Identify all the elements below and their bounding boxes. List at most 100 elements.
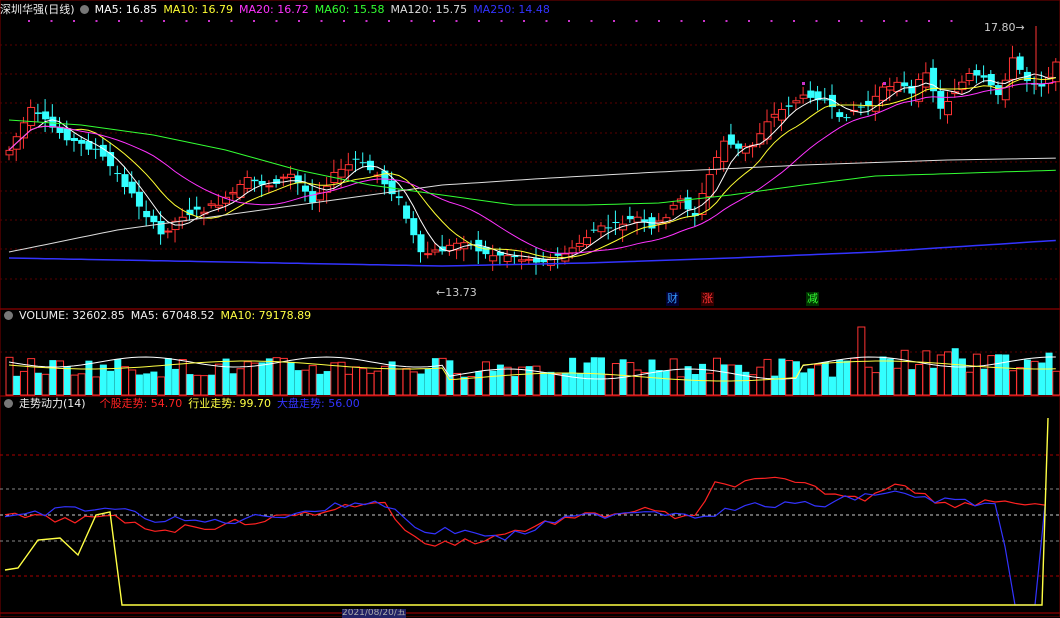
candle-body [143,210,151,218]
volume-bar [19,370,28,396]
candle-body [78,139,86,144]
candle-body [445,244,454,252]
volume-bar [323,371,331,395]
candle-body [886,86,895,91]
candle-body [5,149,14,156]
volume-bar [85,360,93,395]
volume-bar [258,362,266,395]
candle-body [720,140,729,162]
candle-body [583,237,592,246]
price-legend: 深圳华强(日线) MA5: 16.85 MA10: 16.79 MA20: 16.72… [0,2,562,18]
purple-marker-dot [28,20,30,22]
volume-bar [662,370,670,395]
purple-marker-dot [118,20,120,22]
signal-zhang[interactable]: 涨 [701,292,714,306]
volume-bar [756,366,765,396]
volume-bar [143,373,151,395]
candle-body [366,160,374,171]
volume-bar [41,373,50,396]
volume-bar [344,373,353,396]
volume-bar [1030,360,1039,396]
volume-bar [518,366,527,396]
volume-bar [164,358,172,395]
volume-bar [208,374,216,395]
volume-bar [576,373,584,395]
volume-bar [172,368,180,395]
candle-body [973,70,981,76]
candle-body [417,234,425,253]
candle-body [987,73,995,86]
volume-bar [763,358,772,396]
volume-bar [972,353,981,396]
purple-marker-dot [455,20,458,22]
signal-jian[interactable]: 减 [806,292,819,306]
purple-marker-dot [410,20,413,22]
volume-bar [691,374,699,395]
volume-bar [604,374,613,396]
purple-marker-dot [770,20,773,22]
purple-marker-dot [253,20,255,22]
volume-bar [590,357,598,395]
volume-bar [330,362,339,396]
candle-body [121,174,129,188]
candle-body [294,175,302,183]
volume-settings-circle-icon[interactable] [4,311,13,320]
candle-body [735,143,743,149]
purple-marker-dot [815,20,818,22]
trend-legend: 走势动力(14) 个股走势: 54.70 行业走势: 99.70 大盘走势: 56.0… [0,396,366,412]
volume-bar [893,367,902,396]
candle-body [424,253,433,256]
trend-stock: 个股走势: 54.70 [99,397,183,410]
candle-body [395,196,403,199]
volume-bar [424,368,432,395]
candle-body [857,106,865,108]
purple-marker-dot [185,20,188,22]
volume-bar [1008,370,1017,396]
candle-body [489,255,498,262]
purple-marker-dot [95,20,98,22]
candle-body [865,100,873,106]
volume-legend: VOLUME: 32602.85 MA5: 67048.52 MA10: 79178… [0,308,317,324]
candle-body [965,73,974,82]
candle-body [157,221,165,235]
volume-bar [417,373,425,395]
candle-body [533,258,540,263]
arrow-left-icon: ← [436,286,446,299]
volume-bar [107,370,115,395]
trend-settings-circle-icon[interactable] [4,399,13,408]
volume-bar [699,363,707,395]
volume-bar [489,370,497,395]
volume-bar [958,358,966,395]
purple-marker-dot [802,82,805,85]
settings-circle-icon[interactable] [79,5,89,14]
volume-bar [640,372,649,396]
purple-marker-dot [860,20,863,22]
purple-marker-dot [523,20,525,22]
purple-marker-dot [140,20,143,22]
volume-bar [438,357,447,396]
volume-bar [186,374,194,395]
volume-bar [1052,370,1060,396]
ma-legend-0: MA5: 16.85 [94,3,158,16]
volume-bar [279,357,288,396]
volume-bar [402,368,411,396]
candle-body [712,156,721,170]
candle-body [92,148,100,150]
purple-marker-dot [635,20,638,22]
low-price-value: 13.73 [445,286,477,299]
volume-bar [1023,359,1031,395]
volume-bar [915,363,924,396]
market-trend-line [4,490,1046,606]
candle-body [243,177,252,189]
purple-marker-dot [478,20,480,22]
purple-marker-dot [928,20,930,22]
ma-legend-3: MA60: 15.58 [314,3,385,16]
candle-body [770,113,779,118]
volume-bar [380,365,389,396]
candle-body [1008,57,1017,80]
candle-body [287,173,296,178]
volume-bar [114,358,122,395]
volume-bar [735,364,743,395]
volume-bar [547,371,555,395]
signal-cai[interactable]: 财 [666,292,679,306]
